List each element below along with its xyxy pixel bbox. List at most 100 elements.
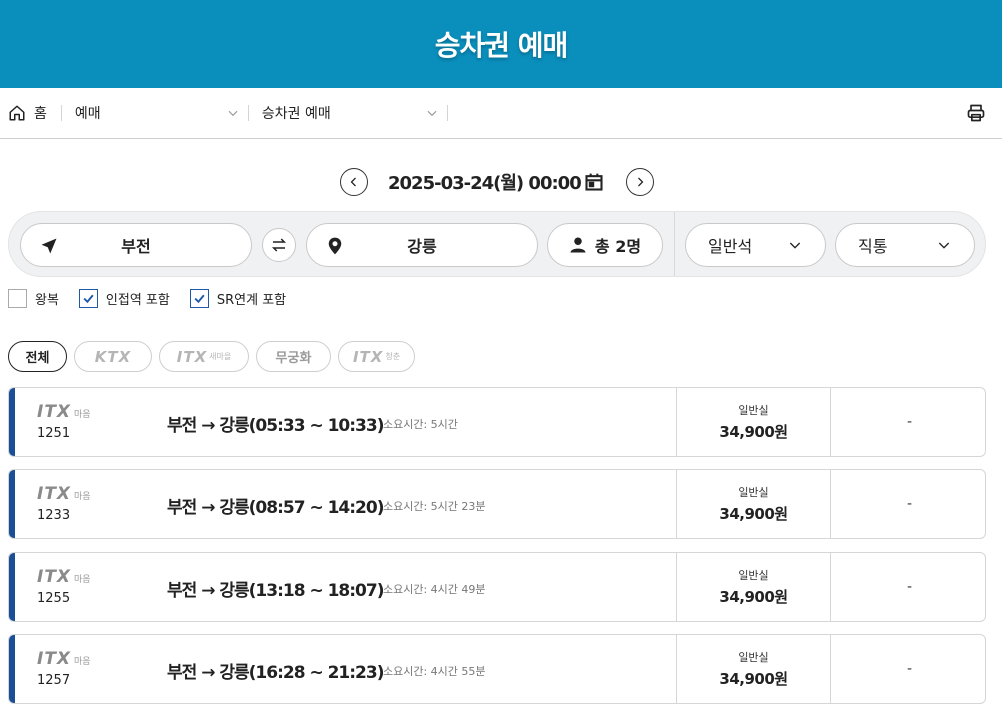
chevron-left-icon (350, 177, 356, 187)
filter-itx-saemaeul[interactable]: ITX 새마을 (159, 341, 249, 372)
search-bar: 부전 강릉 총 2명 일반석 직통 (8, 211, 986, 277)
train-route: 부전 → 강릉(05:33 ~ 10:33) (167, 416, 384, 436)
train-logo: ITX 마음 (37, 567, 91, 587)
checkbox-box[interactable] (78, 288, 98, 308)
card-accent-bar (9, 553, 15, 621)
checkbox-box[interactable] (189, 288, 209, 308)
train-route: 부전 → 강릉(13:18 ~ 18:07) (167, 581, 384, 601)
seat-price: 34,900원 (719, 505, 788, 523)
special-seat-fare: - (906, 661, 913, 677)
filter-mugunghwa[interactable]: 무궁화 (256, 341, 331, 372)
itx-logo: ITX (37, 484, 72, 504)
seat-class-label: 일반실 (738, 569, 769, 582)
train-duration: 소요시간: 5시간 23분 (383, 500, 486, 513)
chevron-down-icon (228, 110, 238, 117)
filter-mugunghwa-label: 무궁화 (275, 351, 312, 366)
round-trip-checkbox[interactable]: 왕복 (8, 288, 59, 308)
train-route: 부전 → 강릉(08:57 ~ 14:20) (167, 498, 384, 518)
filter-ktx[interactable]: KTX (74, 341, 152, 372)
itx-logo-sub: 마음 (74, 492, 91, 502)
breadcrumb-select-level2[interactable]: 승차권 예매 (249, 88, 447, 138)
selected-datetime[interactable]: 2025-03-24(월) 00:00 (388, 169, 582, 195)
seat-class-label: 일반실 (738, 651, 769, 664)
navigation-arrow-icon (41, 238, 57, 254)
train-result-card[interactable]: ITX 마음 1257 부전 → 강릉(16:28 ~ 21:23) 소요시간:… (8, 634, 986, 704)
breadcrumb-home[interactable]: 홈 (0, 88, 47, 138)
train-result-card[interactable]: ITX 마음 1251 부전 → 강릉(05:33 ~ 10:33) 소요시간:… (8, 387, 986, 457)
train-number: 1257 (37, 673, 71, 688)
itx-logo-sub: 마음 (74, 410, 91, 420)
calendar-icon[interactable] (584, 172, 604, 192)
train-number: 1255 (37, 591, 71, 606)
train-logo: ITX 마음 (37, 649, 91, 669)
general-seat-fare-button[interactable]: 일반실 34,900원 (676, 388, 831, 456)
chevron-down-icon (938, 242, 950, 249)
train-duration: 소요시간: 4시간 55분 (383, 665, 486, 678)
date-selector: 2025-03-24(월) 00:00 (0, 167, 1002, 197)
passenger-count-label: 총 2명 (594, 237, 642, 256)
arrival-station-button[interactable]: 강릉 (306, 223, 538, 267)
page-title: 승차권 예매 (434, 29, 569, 62)
train-number: 1233 (37, 508, 71, 523)
itx-saemaeul-logo-sub: 새마을 (209, 352, 232, 361)
seat-price: 34,900원 (719, 423, 788, 441)
train-duration: 소요시간: 4시간 49분 (383, 583, 486, 596)
adjacent-station-label: 인접역 포함 (105, 292, 170, 308)
train-result-card[interactable]: ITX 마음 1255 부전 → 강릉(13:18 ~ 18:07) 소요시간:… (8, 552, 986, 622)
ktx-logo: KTX (94, 347, 132, 366)
itx-logo-sub: 마음 (74, 657, 91, 667)
card-accent-bar (9, 635, 15, 703)
adjacent-station-checkbox[interactable]: 인접역 포함 (78, 288, 170, 308)
breadcrumb-level2-label: 승차권 예매 (261, 106, 331, 122)
filter-all[interactable]: 전체 (8, 341, 67, 372)
breadcrumb-home-label: 홈 (34, 106, 47, 122)
train-duration: 소요시간: 5시간 (383, 418, 458, 431)
general-seat-fare-button[interactable]: 일반실 34,900원 (676, 553, 831, 621)
itx-cheongchun-logo: ITX (352, 347, 384, 366)
seat-type-select[interactable]: 일반석 (685, 223, 826, 267)
seat-price: 34,900원 (719, 670, 788, 688)
search-options: 왕복 인접역 포함 SR연계 포함 (8, 288, 306, 308)
swap-stations-button[interactable] (262, 228, 296, 262)
swap-icon (271, 238, 287, 252)
general-seat-fare-button[interactable]: 일반실 34,900원 (676, 635, 831, 703)
breadcrumb-level1-label: 예매 (74, 106, 101, 122)
card-accent-bar (9, 470, 15, 538)
card-accent-bar (9, 388, 15, 456)
checkbox-box[interactable] (8, 288, 27, 308)
special-seat-fare: - (906, 579, 913, 595)
train-number: 1251 (37, 426, 71, 441)
route-type-select[interactable]: 직통 (835, 223, 975, 267)
general-seat-fare-button[interactable]: 일반실 34,900원 (676, 470, 831, 538)
seat-price: 34,900원 (719, 588, 788, 606)
itx-logo: ITX (37, 402, 72, 422)
departure-station-button[interactable]: 부전 (20, 223, 252, 267)
seat-class-label: 일반실 (738, 486, 769, 499)
route-type-label: 직통 (858, 237, 888, 256)
itx-cheongchun-logo-sub: 청춘 (385, 352, 401, 361)
breadcrumb-divider (446, 105, 448, 121)
page-header: 승차권 예매 (0, 0, 1002, 88)
seat-type-label: 일반석 (708, 237, 753, 256)
print-icon[interactable] (966, 103, 986, 123)
sr-link-checkbox[interactable]: SR연계 포함 (189, 288, 287, 308)
chevron-down-icon (789, 242, 801, 249)
checkmark-icon (83, 294, 94, 303)
search-bar-divider (674, 212, 675, 276)
prev-date-button[interactable] (340, 168, 368, 196)
itx-logo: ITX (37, 567, 72, 587)
filter-all-label: 전체 (25, 351, 50, 366)
chevron-down-icon (427, 110, 437, 117)
breadcrumb-select-level1[interactable]: 예매 (62, 88, 248, 138)
seat-class-label: 일반실 (738, 404, 769, 417)
checkmark-icon (194, 294, 205, 303)
passenger-count-button[interactable]: 총 2명 (547, 223, 663, 267)
sr-link-label: SR연계 포함 (216, 292, 287, 308)
filter-itx-cheongchun[interactable]: ITX 청춘 (338, 341, 415, 372)
next-date-button[interactable] (626, 168, 654, 196)
location-pin-icon (328, 237, 342, 255)
breadcrumb: 홈 예매 승차권 예매 (0, 88, 1002, 139)
round-trip-label: 왕복 (35, 292, 59, 308)
train-result-card[interactable]: ITX 마음 1233 부전 → 강릉(08:57 ~ 14:20) 소요시간:… (8, 469, 986, 539)
home-icon (9, 105, 25, 121)
